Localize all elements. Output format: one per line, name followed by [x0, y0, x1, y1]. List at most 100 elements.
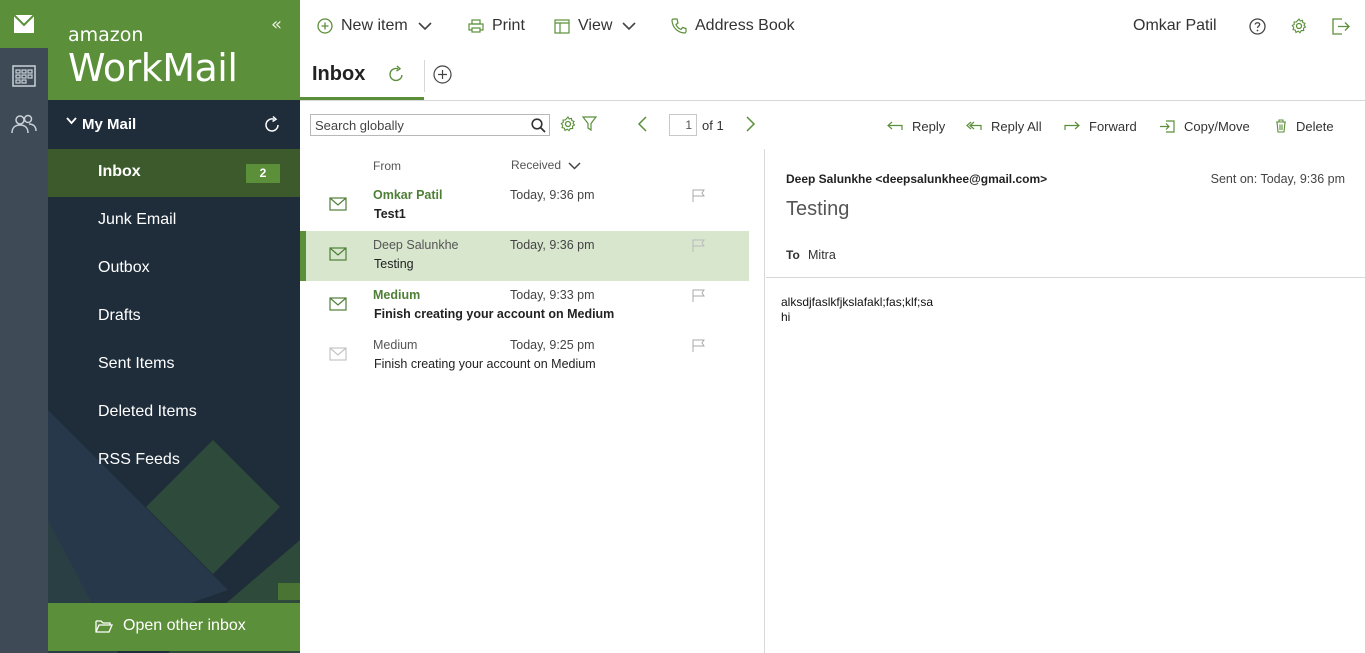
copy-move-label: Copy/Move — [1184, 118, 1250, 134]
chevron-right-icon[interactable] — [745, 116, 757, 132]
message-subject: Test1 — [374, 207, 406, 221]
message-time: Today, 9:36 pm — [510, 188, 595, 202]
my-mail-header[interactable]: My Mail — [48, 100, 300, 148]
delete-button[interactable]: Delete — [1275, 116, 1334, 136]
tab-inbox[interactable]: Inbox — [300, 52, 424, 100]
folder-deleted-items[interactable]: Deleted Items — [48, 389, 300, 437]
forward-button[interactable]: Forward — [1064, 116, 1137, 136]
my-mail-label: My Mail — [82, 116, 137, 133]
view-label: View — [578, 17, 613, 34]
search-icon[interactable] — [531, 118, 546, 133]
printer-icon — [468, 19, 484, 33]
search-input[interactable] — [311, 115, 526, 135]
envelope-icon — [329, 197, 347, 211]
reply-all-label: Reply All — [991, 118, 1042, 134]
page-total: of 1 — [702, 118, 724, 133]
reading-pane: Deep Salunkhe <deepsalunkhee@gmail.com> … — [766, 149, 1365, 653]
folder-sent-items[interactable]: Sent Items — [48, 341, 300, 389]
mail-app-button[interactable] — [0, 0, 48, 48]
message-sender: Omkar Patil — [373, 188, 443, 202]
folder-label: Sent Items — [98, 355, 175, 372]
message-time: Today, 9:25 pm — [510, 338, 595, 352]
recipient-name[interactable]: Mitra — [808, 248, 836, 262]
trash-icon — [1276, 119, 1286, 133]
envelope-icon — [329, 297, 347, 311]
message-row[interactable]: Medium Today, 9:25 pm Finish creating yo… — [300, 331, 749, 381]
message-time: Today, 9:36 pm — [510, 238, 595, 252]
contacts-app-button[interactable] — [0, 100, 48, 148]
folder-outbox[interactable]: Outbox — [48, 245, 300, 293]
message-subject-heading: Testing — [786, 198, 850, 220]
calendar-app-button[interactable] — [0, 52, 48, 100]
view-button[interactable]: View — [554, 0, 636, 52]
to-label: To — [786, 248, 800, 262]
flag-icon[interactable] — [692, 239, 706, 253]
tab-inbox-label: Inbox — [312, 63, 366, 85]
chevron-down-icon — [66, 117, 77, 125]
layout-icon — [554, 18, 570, 34]
message-row[interactable]: Medium Today, 9:33 pm Finish creating yo… — [300, 281, 749, 331]
gear-icon — [1291, 18, 1307, 34]
flag-icon[interactable] — [692, 289, 706, 303]
message-from-address[interactable]: Deep Salunkhe <deepsalunkhee@gmail.com> — [786, 172, 1047, 186]
reply-label: Reply — [912, 118, 946, 134]
settings-button[interactable] — [1291, 0, 1315, 52]
column-header-from[interactable]: From — [373, 159, 401, 173]
address-book-label: Address Book — [695, 17, 795, 34]
flag-icon[interactable] — [692, 339, 706, 353]
message-subject: Testing — [374, 257, 414, 271]
header-divider — [766, 277, 1365, 278]
sign-out-button[interactable] — [1332, 0, 1358, 52]
page-number-input[interactable]: 1 — [669, 114, 697, 136]
message-sender: Deep Salunkhe — [373, 238, 459, 252]
column-header-received[interactable]: Received — [511, 158, 561, 172]
folder-inbox[interactable]: Inbox 2 — [48, 149, 300, 197]
message-body-line: hi — [781, 310, 791, 324]
sort-descending-icon[interactable] — [568, 162, 581, 170]
folder-label: Drafts — [98, 307, 141, 324]
address-book-button[interactable]: Address Book — [671, 0, 795, 52]
chevron-down-icon — [622, 21, 636, 30]
flag-icon[interactable] — [692, 189, 706, 203]
folder-label: Deleted Items — [98, 403, 197, 420]
message-subject: Finish creating your account on Medium — [374, 357, 596, 371]
help-button[interactable] — [1249, 0, 1274, 52]
reply-button[interactable]: Reply — [887, 116, 945, 136]
delete-label: Delete — [1296, 118, 1334, 134]
refresh-folders-icon[interactable] — [262, 115, 282, 135]
folder-rss-feeds[interactable]: RSS Feeds — [48, 437, 300, 485]
folder-label: Junk Email — [98, 211, 177, 228]
message-time: Today, 9:33 pm — [510, 288, 595, 302]
brand-logo: amazon WorkMail « — [48, 0, 300, 100]
folder-drafts[interactable]: Drafts — [48, 293, 300, 341]
new-item-label: New item — [341, 17, 408, 34]
print-label: Print — [492, 17, 525, 34]
folder-label: Outbox — [98, 259, 150, 276]
message-row-selected[interactable]: Deep Salunkhe Today, 9:36 pm Testing — [300, 231, 749, 281]
new-item-button[interactable]: New item — [317, 0, 432, 52]
tab-row: Inbox — [300, 52, 1365, 101]
folder-open-icon — [95, 620, 113, 633]
app-rail — [0, 0, 48, 653]
reply-all-icon — [966, 121, 982, 130]
user-menu[interactable]: Omkar Patil — [1133, 0, 1217, 52]
sign-out-icon — [1332, 17, 1350, 35]
add-tab-icon[interactable] — [433, 65, 452, 84]
reply-all-button[interactable]: Reply All — [966, 116, 1042, 136]
chevron-left-icon[interactable] — [636, 116, 648, 132]
refresh-icon[interactable] — [387, 65, 406, 84]
message-subject: Finish creating your account on Medium — [374, 307, 615, 321]
mail-icon — [13, 14, 35, 33]
filter-icon[interactable] — [582, 116, 597, 132]
user-name: Omkar Patil — [1133, 17, 1217, 34]
message-row[interactable]: Omkar Patil Today, 9:36 pm Test1 — [300, 181, 749, 231]
folder-junk-email[interactable]: Junk Email — [48, 197, 300, 245]
search-settings-gear-icon[interactable] — [560, 116, 576, 132]
copy-move-button[interactable]: Copy/Move — [1159, 116, 1250, 136]
collapse-sidebar-button[interactable]: « — [271, 14, 282, 35]
print-button[interactable]: Print — [468, 0, 525, 52]
open-other-inbox-button[interactable]: Open other inbox — [48, 603, 300, 651]
folder-label: RSS Feeds — [98, 451, 180, 468]
open-other-inbox-label: Open other inbox — [123, 617, 246, 634]
folder-sidebar: amazon WorkMail « My Mail Inbox 2 Junk E… — [48, 0, 300, 653]
